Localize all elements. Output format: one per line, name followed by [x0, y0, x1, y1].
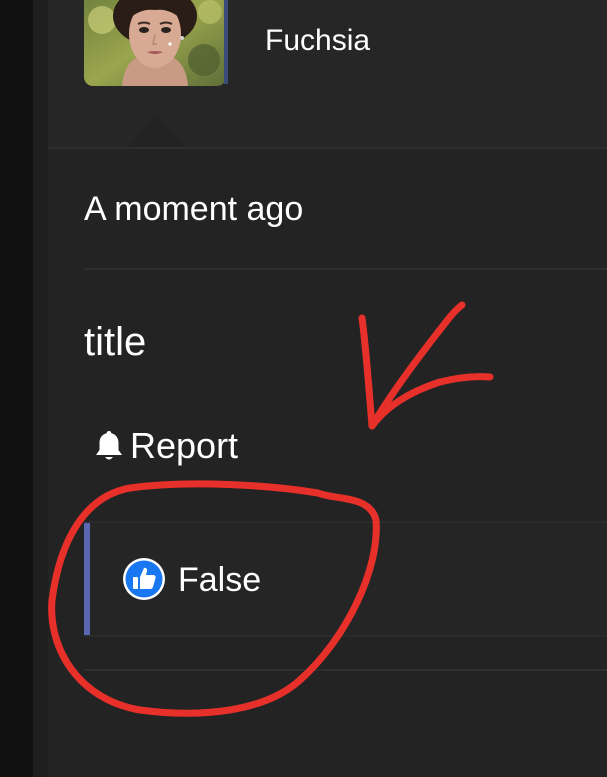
- thumbs-up-icon: [123, 558, 165, 600]
- divider: [84, 669, 607, 671]
- post-timestamp: A moment ago: [84, 190, 304, 228]
- left-edge-panel: [0, 0, 33, 777]
- avatar-border-strip: [224, 0, 228, 84]
- report-label: Report: [130, 425, 239, 466]
- bell-icon: [96, 431, 122, 460]
- reaction-accent-bar: [84, 523, 90, 635]
- report-button[interactable]: Report: [94, 425, 238, 467]
- author-name[interactable]: Fuchsia: [265, 22, 370, 60]
- checkmark-stroke: [368, 301, 466, 430]
- reaction-row[interactable]: False: [84, 521, 607, 637]
- checkmark-stroke: [358, 314, 494, 430]
- avatar-photo: [84, 0, 226, 86]
- avatar[interactable]: [84, 0, 226, 86]
- reaction-label: False: [178, 561, 262, 599]
- post-title: title: [84, 320, 147, 364]
- left-gutter: [33, 0, 48, 777]
- author-card-pointer: [128, 114, 186, 147]
- divider: [84, 268, 607, 270]
